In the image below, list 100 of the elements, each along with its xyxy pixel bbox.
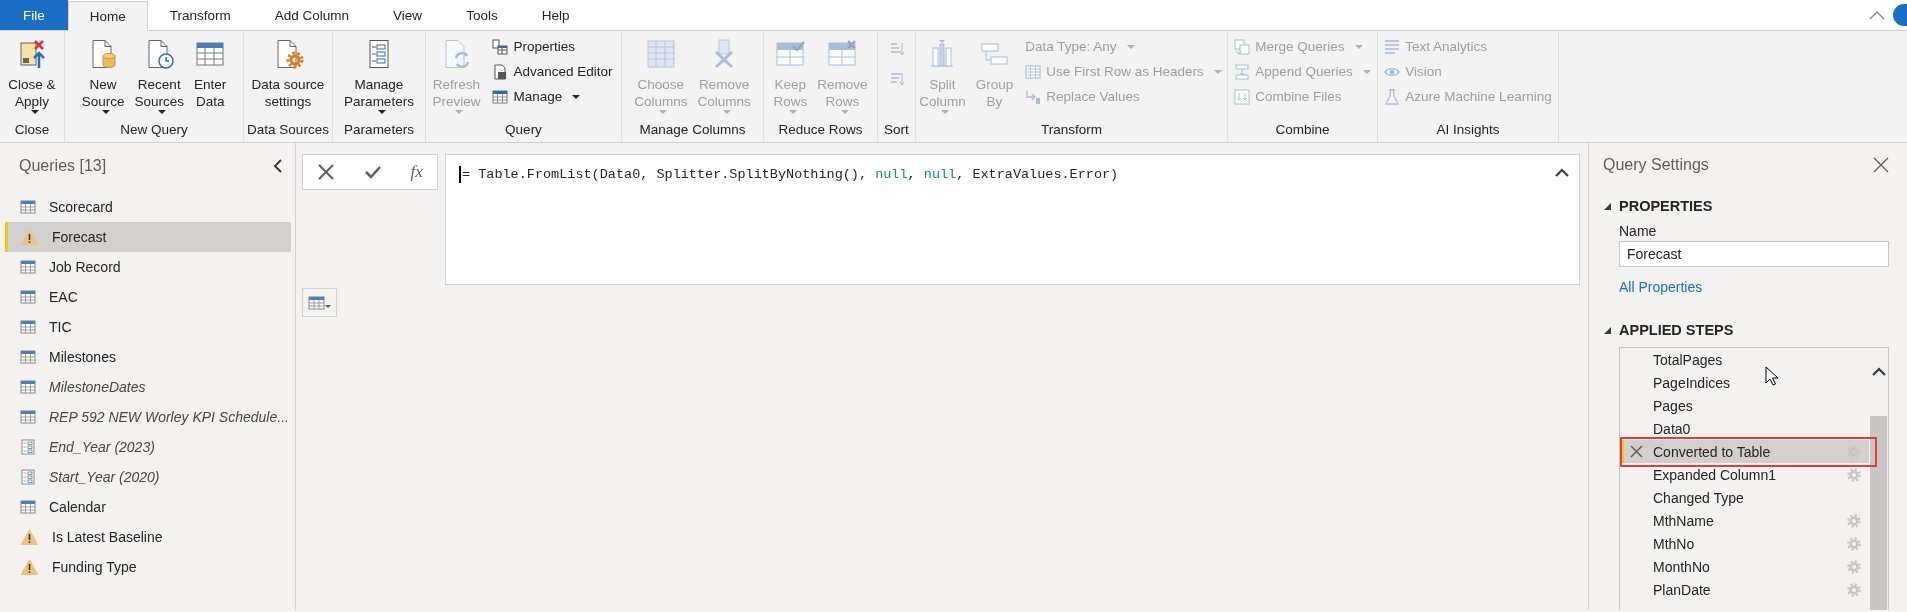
ribbon-tab[interactable]: Help (519, 0, 592, 30)
ribbon-button[interactable]: Manage (489, 84, 616, 109)
field-label: Name (1619, 222, 1658, 241)
table-icon (20, 408, 36, 426)
applied-step[interactable]: Expanded Column1 (1621, 463, 1869, 486)
ribbon-button[interactable]: Enter Data (189, 34, 232, 112)
applied-step[interactable]: MthNo (1621, 532, 1869, 555)
collapse-panel-icon[interactable] (273, 159, 283, 173)
table-icon (492, 88, 509, 105)
query-item[interactable]: Is Latest Baseline (5, 522, 291, 552)
combine-files-icon (1234, 88, 1251, 105)
insert-function-button[interactable]: fx (410, 162, 423, 182)
warning-icon (20, 528, 39, 546)
query-item[interactable]: Funding Type (5, 552, 291, 582)
ribbon-tab[interactable]: Transform (147, 0, 253, 30)
group-label: Reduce Rows (777, 120, 864, 139)
panel-title: Queries [13] (19, 157, 107, 175)
ribbon-tab[interactable]: Add Column (252, 0, 372, 30)
mouse-pointer-icon (1765, 366, 1778, 386)
formula-text: = Table.FromList(Data0, Splitter.SplitByNothing(), null, null, ExtraValues.Error) (459, 166, 1119, 183)
ribbon-button[interactable]: Manage Parameters (339, 34, 419, 116)
name-input[interactable]: Forecast (1619, 241, 1889, 267)
form-list-icon (20, 438, 36, 456)
section-toggle-icon[interactable] (1603, 325, 1612, 335)
group-label: Combine (1274, 120, 1331, 139)
ribbon-button[interactable]: Recent Sources (129, 34, 189, 116)
query-item[interactable]: Job Record (5, 252, 291, 282)
append-icon (1234, 63, 1251, 80)
query-item[interactable]: MilestoneDates (5, 372, 291, 402)
lines-icon (1384, 38, 1401, 55)
query-item[interactable]: End_Year (2023) (5, 432, 291, 462)
warning-icon (20, 558, 39, 576)
query-item[interactable]: Milestones (5, 342, 291, 372)
section-toggle-icon[interactable] (1603, 201, 1612, 211)
table-icon (20, 348, 36, 366)
scroll-up-icon[interactable] (1871, 367, 1886, 376)
ribbon-button[interactable]: Properties (489, 34, 616, 59)
query-item[interactable]: REP 592 NEW Worley KPI Schedule... (5, 402, 291, 432)
section-heading: PROPERTIES (1619, 198, 1713, 214)
replace-arrow-icon (1025, 88, 1042, 105)
collapse-ribbon-icon[interactable] (1869, 10, 1885, 20)
delete-icon[interactable] (1630, 445, 1643, 458)
group-label: Parameters (343, 120, 415, 139)
ribbon-tab[interactable]: File (0, 0, 68, 30)
applied-step[interactable]: MthName (1621, 509, 1869, 532)
query-item[interactable]: Start_Year (2020) (5, 462, 291, 492)
group-label: New Query (119, 120, 189, 139)
formula-field[interactable]: = Table.FromList(Data0, Splitter.SplitByNothing(), null, null, ExtraValues.Error) (445, 154, 1580, 285)
form-list-icon (20, 468, 36, 486)
group-label: Close (13, 120, 51, 139)
table-icon (20, 258, 36, 276)
applied-step[interactable]: Data0 (1621, 417, 1869, 440)
group-label: AI Insights (1435, 120, 1501, 139)
applied-step[interactable]: MonthNo (1621, 555, 1869, 578)
cancel-icon[interactable] (317, 163, 336, 181)
expand-icon[interactable] (1555, 168, 1569, 178)
query-item[interactable]: TIC (5, 312, 291, 342)
group-label: Query (504, 120, 543, 139)
table-icon (20, 378, 36, 396)
query-item[interactable]: Calendar (5, 492, 291, 522)
section-heading: APPLIED STEPS (1619, 322, 1734, 338)
merge-table-icon (1234, 38, 1251, 55)
group-label: Sort (883, 120, 910, 139)
close-icon[interactable] (1873, 157, 1889, 173)
sort-descending-icon (888, 70, 905, 88)
group-label: Transform (1040, 120, 1103, 139)
table-caret-icon (307, 294, 332, 311)
properties-icon (492, 38, 509, 55)
sort-ascending-icon (888, 40, 905, 58)
group-label: Data Sources (246, 120, 330, 139)
table-icon (20, 288, 36, 306)
ribbon-tab[interactable]: View (371, 0, 445, 30)
applied-step[interactable]: PlanDate (1621, 578, 1869, 601)
table-icon (20, 498, 36, 516)
all-properties-link[interactable]: All Properties (1619, 279, 1703, 295)
applied-step[interactable]: Changed Type (1621, 486, 1869, 509)
help-icon[interactable] (1893, 4, 1907, 26)
table-icon (644, 38, 677, 70)
ribbon-tab[interactable]: Tools (444, 0, 520, 30)
ribbon-tab[interactable]: Home (67, 1, 148, 31)
warning-icon (20, 228, 39, 246)
ribbon-button[interactable]: New Source (76, 34, 130, 116)
group-label: Manage Columns (638, 120, 747, 139)
query-item[interactable]: Scorecard (5, 192, 291, 222)
table-icon (20, 198, 36, 216)
flask-icon (1384, 88, 1401, 105)
ribbon-button[interactable]: Advanced Editor (489, 59, 616, 84)
ribbon-button[interactable]: Close & Apply (3, 34, 61, 116)
applied-step[interactable]: PageIndices (1621, 371, 1869, 394)
scrollbar-thumb[interactable] (1870, 416, 1887, 610)
applied-step[interactable]: TotalPages (1621, 348, 1869, 371)
panel-title: Query Settings (1603, 156, 1709, 174)
document-icon (492, 63, 509, 80)
table-icon (1025, 63, 1042, 80)
table-menu-button[interactable] (302, 288, 337, 317)
table-icon (20, 318, 36, 336)
query-item[interactable]: Forecast (5, 222, 291, 252)
applied-step[interactable]: Pages (1621, 394, 1869, 417)
ribbon-button[interactable]: Data source settings (246, 34, 330, 112)
query-item[interactable]: EAC (5, 282, 291, 312)
